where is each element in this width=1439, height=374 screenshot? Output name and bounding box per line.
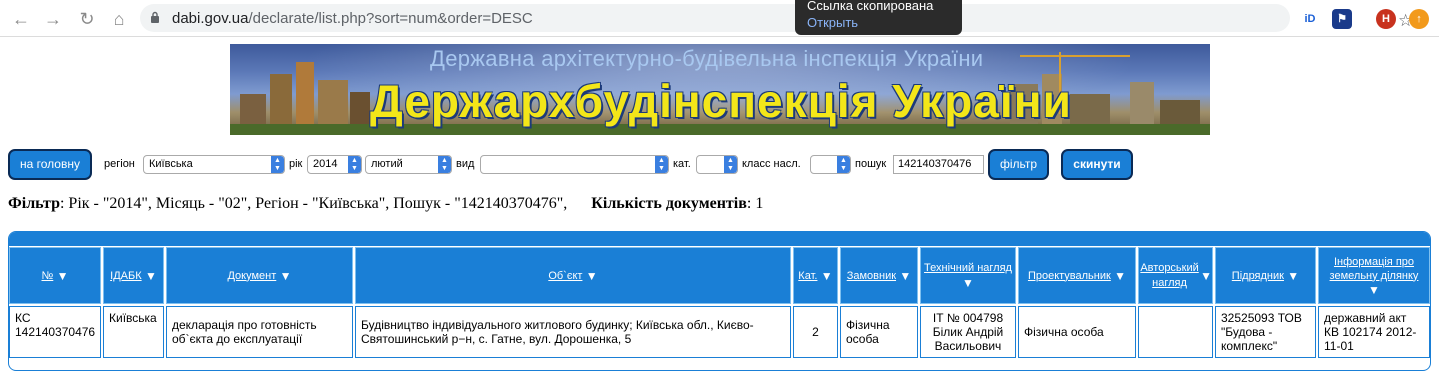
sort-desc-icon: ▼ <box>1110 268 1127 283</box>
sort-link-num[interactable]: № <box>41 270 53 282</box>
banner-subtitle: Державна архітектурно-будівельна інспекц… <box>430 46 984 71</box>
home-button[interactable]: на головну <box>8 149 92 180</box>
extension-id-icon[interactable]: iD <box>1300 9 1320 29</box>
forward-icon[interactable]: → <box>42 8 64 30</box>
url-path: /declarate/list.php?sort=num&order=DESC <box>248 10 533 27</box>
back-icon[interactable]: ← <box>10 8 32 30</box>
sort-link-object[interactable]: Об`єкт <box>548 270 582 282</box>
toast-title: Ссылка скопирована <box>807 0 934 13</box>
type-select[interactable]: ▲ ▼ <box>480 155 669 174</box>
column-header-customer[interactable]: Замовник ▼ <box>840 247 918 304</box>
sort-desc-icon: ▼ <box>53 268 69 283</box>
cell-author-supervision <box>1138 306 1213 358</box>
extension-arrow-icon[interactable]: ↑ <box>1409 9 1429 29</box>
sort-link-designer[interactable]: Проектувальник <box>1028 270 1111 282</box>
sort-desc-icon: ▼ <box>1368 282 1380 297</box>
cell-contractor: 32525093 ТОВ "Будова - комплекс" <box>1215 306 1316 358</box>
filter-summary-label: Фільтр <box>8 195 60 212</box>
reload-icon[interactable]: ↻ <box>76 8 98 30</box>
class-label: класс насл. <box>742 158 801 170</box>
extension-icon[interactable]: ⚑ <box>1332 9 1352 29</box>
column-header-document[interactable]: Документ ▼ <box>166 247 353 304</box>
copied-toast: Ссылка скопирована Открыть <box>795 0 962 35</box>
document-count-value: : 1 <box>746 195 764 212</box>
column-header-idabk[interactable]: ІДАБК ▼ <box>103 247 164 304</box>
browser-toolbar: ← → ↻ ⌂ dabi.gov.ua/declarate/list.php?s… <box>0 0 1439 37</box>
sort-link-author-supervision[interactable]: Авторський нагляд <box>1139 261 1200 291</box>
month-select-value: лютий <box>371 158 403 170</box>
search-label: пошук <box>855 158 887 170</box>
sort-link-customer[interactable]: Замовник <box>847 270 896 282</box>
url-text: dabi.gov.ua/declarate/list.php?sort=num&… <box>172 10 533 27</box>
url-host: dabi.gov.ua <box>172 10 249 27</box>
chevron-updown-icon: ▲ ▼ <box>724 156 737 173</box>
banner-title: Держархбудінспекція України <box>370 75 1072 127</box>
column-header-category[interactable]: Кат. ▼ <box>793 247 838 304</box>
category-select[interactable]: ▲ ▼ <box>696 155 738 174</box>
cell-document: декларація про готовність об`єкта до екс… <box>166 306 353 358</box>
sort-link-tech-supervision[interactable]: Технічний нагляд <box>924 261 1012 276</box>
profile-avatar[interactable]: H <box>1376 9 1396 29</box>
cell-land-info: державний акт КВ 102174 2012-11-01 <box>1318 306 1430 358</box>
category-label: кат. <box>673 158 691 170</box>
cell-tech-supervision: ІТ № 004798 Білик Андрій Васильович <box>920 306 1016 358</box>
sort-desc-icon: ▼ <box>582 268 598 283</box>
sort-desc-icon: ▼ <box>1200 268 1212 283</box>
cell-num: КС 142140370476 <box>9 306 101 358</box>
table-top-bar <box>9 232 1430 246</box>
month-select[interactable]: лютий ▲ ▼ <box>365 155 452 174</box>
sort-link-idabk[interactable]: ІДАБК <box>110 270 141 282</box>
cell-object: Будівництво індивідуального житлового бу… <box>355 306 791 358</box>
toast-open-link[interactable]: Открыть <box>807 15 858 30</box>
cell-customer: Фізична особа <box>840 306 918 358</box>
column-header-num[interactable]: № ▼ <box>9 247 101 304</box>
column-header-contractor[interactable]: Підрядник ▼ <box>1215 247 1316 304</box>
chevron-updown-icon: ▲ ▼ <box>271 156 284 173</box>
chevron-updown-icon: ▲ ▼ <box>438 156 451 173</box>
sort-desc-icon: ▼ <box>276 268 292 283</box>
site-banner: Державна архітектурно-будівельна інспекц… <box>230 44 1210 135</box>
sort-desc-icon: ▼ <box>962 276 974 290</box>
search-input[interactable]: 142140370476 <box>893 155 984 174</box>
reset-button[interactable]: скинути <box>1061 149 1133 180</box>
chevron-updown-icon: ▲ ▼ <box>348 156 361 173</box>
chevron-updown-icon: ▲ ▼ <box>655 156 668 173</box>
document-count-label: Кількість документів <box>591 195 747 212</box>
chevron-updown-icon: ▲ ▼ <box>837 156 850 173</box>
column-header-designer[interactable]: Проектувальник ▼ <box>1018 247 1136 304</box>
column-header-author-supervision[interactable]: Авторський нагляд ▼ <box>1138 247 1213 304</box>
filter-summary-text: : Рік - "2014", Місяць - "02", Регіон - … <box>59 195 568 212</box>
sort-link-category[interactable]: Кат. <box>798 270 817 282</box>
cell-idabk: Київська <box>103 306 164 358</box>
column-header-land-info[interactable]: Інформація про земельну ділянку ▼ <box>1318 247 1430 304</box>
region-select-value: Київська <box>149 158 193 170</box>
lock-icon <box>151 11 159 23</box>
sort-desc-icon: ▼ <box>817 268 833 283</box>
sort-desc-icon: ▼ <box>1283 268 1300 283</box>
year-label: рік <box>289 158 303 170</box>
address-bar[interactable]: dabi.gov.ua/declarate/list.php?sort=num&… <box>140 4 1413 32</box>
year-select[interactable]: 2014 ▲ ▼ <box>307 155 362 174</box>
year-select-value: 2014 <box>313 158 338 170</box>
column-header-tech-supervision[interactable]: Технічний нагляд ▼ <box>920 247 1016 304</box>
filter-button[interactable]: фільтр <box>988 149 1049 180</box>
column-header-object[interactable]: Об`єкт ▼ <box>355 247 791 304</box>
region-label: регіон <box>104 158 135 170</box>
filter-summary: Фільтр: Рік - "2014", Місяць - "02", Рег… <box>8 195 763 213</box>
cell-category: 2 <box>793 306 838 358</box>
sort-desc-icon: ▼ <box>141 268 157 283</box>
sort-link-contractor[interactable]: Підрядник <box>1232 270 1284 282</box>
region-select[interactable]: Київська ▲ ▼ <box>143 155 285 174</box>
home-icon[interactable]: ⌂ <box>108 8 130 30</box>
cell-designer: Фізична особа <box>1018 306 1136 358</box>
sort-link-land-info[interactable]: Інформація про земельну ділянку <box>1319 255 1429 283</box>
type-label: вид <box>456 158 475 170</box>
class-select[interactable]: ▲ ▼ <box>810 155 851 174</box>
sort-link-document[interactable]: Документ <box>227 270 276 282</box>
sort-desc-icon: ▼ <box>896 268 912 283</box>
